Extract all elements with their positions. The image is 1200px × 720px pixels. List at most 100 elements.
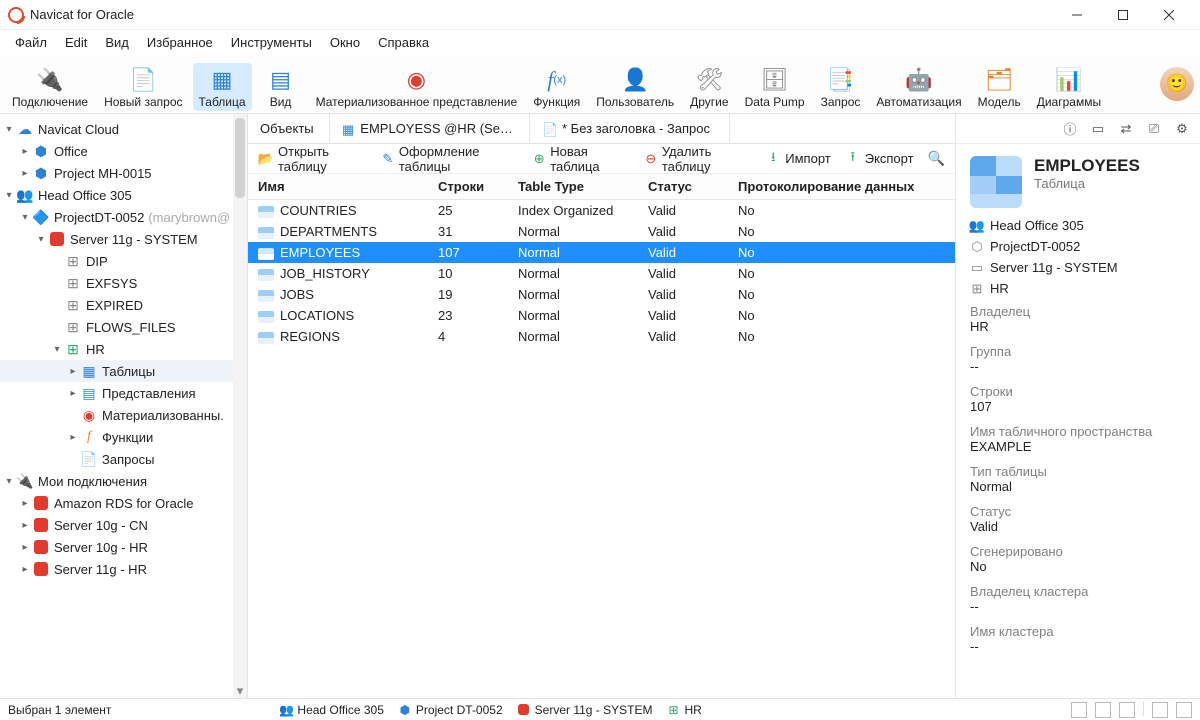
tb-diagrams[interactable]: 📊Диаграммы	[1031, 63, 1107, 111]
view-icon: ▤	[266, 65, 296, 95]
tree-views[interactable]: ▸ ▤ Представления	[0, 382, 247, 404]
table-row[interactable]: EMPLOYEES107NormalValidNo	[248, 242, 955, 263]
tree-s10g-hr[interactable]: ▸ Server 10g - HR	[0, 536, 247, 558]
tb-other[interactable]: 🛠Другие	[684, 63, 734, 111]
col-name[interactable]: Имя	[248, 174, 428, 200]
chevron-right-icon[interactable]: ▸	[66, 388, 80, 399]
panel-toggle-left[interactable]	[1152, 702, 1168, 718]
sidebar-scrollbar[interactable]: ▴ ▾	[233, 114, 247, 698]
table-row[interactable]: JOBS19NormalValidNo	[248, 284, 955, 305]
chevron-right-icon[interactable]: ▸	[18, 146, 32, 157]
menu-help[interactable]: Справка	[369, 32, 438, 53]
user-avatar[interactable]: 🙂	[1160, 67, 1194, 101]
import-button[interactable]: ⭳Импорт	[765, 151, 830, 167]
menu-edit[interactable]: Edit	[56, 32, 96, 53]
tb-connect[interactable]: 🔌Подключение	[6, 63, 94, 111]
tree-schema-expired[interactable]: ⊞ EXPIRED	[0, 294, 247, 316]
chevron-right-icon[interactable]: ▸	[66, 366, 80, 377]
table-row[interactable]: DEPARTMENTS31NormalValidNo	[248, 221, 955, 242]
tab-employees[interactable]: ▦ EMPLOYESS @HR (Server 1...	[330, 114, 530, 143]
menu-view[interactable]: Вид	[96, 32, 138, 53]
tb-datapump[interactable]: 🗄Data Pump	[739, 63, 811, 111]
col-logging[interactable]: Протоколирование данных	[728, 174, 955, 200]
chevron-right-icon[interactable]: ▸	[18, 542, 32, 553]
tree-navicat-cloud[interactable]: ▾ ☁ Navicat Cloud	[0, 118, 247, 140]
chevron-down-icon[interactable]: ▾	[18, 212, 32, 223]
tree-project-mh[interactable]: ▸ ⬢ Project MH-0015	[0, 162, 247, 184]
minimize-button[interactable]	[1054, 0, 1100, 30]
tb-function[interactable]: f(x)Функция	[527, 63, 586, 111]
tab-untitled-query[interactable]: 📄 * Без заголовка - Запрос	[530, 114, 730, 143]
delete-table-button[interactable]: ⊖Удалить таблицу	[644, 144, 752, 174]
menu-file[interactable]: Файл	[6, 32, 56, 53]
tree-functions[interactable]: ▸ f Функции	[0, 426, 247, 448]
tree-s10g-cn[interactable]: ▸ Server 10g - CN	[0, 514, 247, 536]
tree-schema-dip[interactable]: ⊞ DIP	[0, 250, 247, 272]
table-row[interactable]: LOCATIONS23NormalValidNo	[248, 305, 955, 326]
chevron-right-icon[interactable]: ▸	[18, 520, 32, 531]
tb-newquery[interactable]: 📄Новый запрос	[98, 63, 188, 111]
maximize-button[interactable]	[1100, 0, 1146, 30]
settings-icon[interactable]: ⚙	[1174, 121, 1190, 137]
open-table-button[interactable]: 📂Открыть таблицу	[258, 144, 367, 174]
group-icon: 👥	[279, 703, 293, 717]
chevron-right-icon[interactable]: ▸	[18, 564, 32, 575]
scroll-thumb[interactable]	[235, 118, 245, 198]
chevron-right-icon[interactable]: ▸	[66, 432, 80, 443]
cell-name: JOB_HISTORY	[280, 266, 370, 281]
chevron-down-icon[interactable]: ▾	[2, 476, 16, 487]
tab-objects[interactable]: Объекты	[248, 114, 330, 143]
panel-toggle-right[interactable]	[1176, 702, 1192, 718]
tree-queries[interactable]: 📄 Запросы	[0, 448, 247, 470]
chevron-right-icon[interactable]: ▸	[18, 168, 32, 179]
design-table-button[interactable]: ✎Оформление таблицы	[381, 144, 518, 174]
tree-schema-exfsys[interactable]: ⊞ EXFSYS	[0, 272, 247, 294]
tb-view[interactable]: ▤Вид	[256, 63, 306, 111]
table-row[interactable]: REGIONS4NormalValidNo	[248, 326, 955, 347]
chevron-right-icon[interactable]: ▸	[18, 498, 32, 509]
export-button[interactable]: ⭱Экспорт	[845, 151, 914, 167]
tree-amazon-rds[interactable]: ▸ Amazon RDS for Oracle	[0, 492, 247, 514]
tb-automation[interactable]: 🤖Автоматизация	[870, 63, 967, 111]
tree-schema-hr[interactable]: ▾ ⊞ HR	[0, 338, 247, 360]
chevron-down-icon[interactable]: ▾	[2, 124, 16, 135]
ddl-icon[interactable]: ▭	[1090, 121, 1106, 137]
search-icon[interactable]: 🔍	[928, 150, 945, 167]
tree-my-connections[interactable]: ▾ 🔌 Мои подключения	[0, 470, 247, 492]
tree-s11g-hr[interactable]: ▸ Server 11g - HR	[0, 558, 247, 580]
info-icon[interactable]: ⓘ	[1062, 121, 1078, 137]
chevron-down-icon[interactable]: ▾	[34, 234, 48, 245]
tb-user[interactable]: 👤Пользователь	[590, 63, 680, 111]
col-status[interactable]: Статус	[638, 174, 728, 200]
tb-query[interactable]: 📑Запрос	[815, 63, 867, 111]
menu-favorites[interactable]: Избранное	[138, 32, 222, 53]
tree-project-dt[interactable]: ▾ 🔷 ProjectDT-0052 (marybrown@	[0, 206, 247, 228]
new-table-button[interactable]: ⊕Новая таблица	[532, 144, 630, 174]
tree-head-office[interactable]: ▾ 👥 Head Office 305	[0, 184, 247, 206]
tree-tables[interactable]: ▸ ▦ Таблицы	[0, 360, 247, 382]
view-list-button[interactable]	[1095, 702, 1111, 718]
connection-tree[interactable]: ▾ ☁ Navicat Cloud ▸ ⬢ Office ▸ ⬢ Project…	[0, 114, 247, 698]
table-row[interactable]: JOB_HISTORY10NormalValidNo	[248, 263, 955, 284]
col-type[interactable]: Table Type	[508, 174, 638, 200]
chevron-down-icon[interactable]: ▾	[2, 190, 16, 201]
chevron-down-icon[interactable]: ▾	[50, 344, 64, 355]
tb-table[interactable]: ▦Таблица	[193, 63, 252, 111]
tree-office[interactable]: ▸ ⬢ Office	[0, 140, 247, 162]
scroll-down-icon[interactable]: ▾	[233, 684, 247, 698]
close-button[interactable]	[1146, 0, 1192, 30]
table-row[interactable]: COUNTRIES25Index OrganizedValidNo	[248, 200, 955, 222]
tree-mviews[interactable]: ◉ Материализованны.	[0, 404, 247, 426]
tb-model[interactable]: 🗂Модель	[972, 63, 1027, 111]
tree-server11g[interactable]: ▾ Server 11g - SYSTEM	[0, 228, 247, 250]
view-detail-button[interactable]	[1119, 702, 1135, 718]
tb-matview[interactable]: ◉Материализованное представление	[310, 63, 524, 111]
col-rows[interactable]: Строки	[428, 174, 508, 200]
view-grid-button[interactable]	[1071, 702, 1087, 718]
relations-icon[interactable]: ⇄	[1118, 121, 1134, 137]
tree-schema-flows[interactable]: ⊞ FLOWS_FILES	[0, 316, 247, 338]
table-list[interactable]: Имя Строки Table Type Статус Протоколиро…	[248, 174, 955, 698]
menu-window[interactable]: Окно	[321, 32, 369, 53]
columns-icon[interactable]: ⎚	[1146, 121, 1162, 137]
menu-tools[interactable]: Инструменты	[222, 32, 321, 53]
